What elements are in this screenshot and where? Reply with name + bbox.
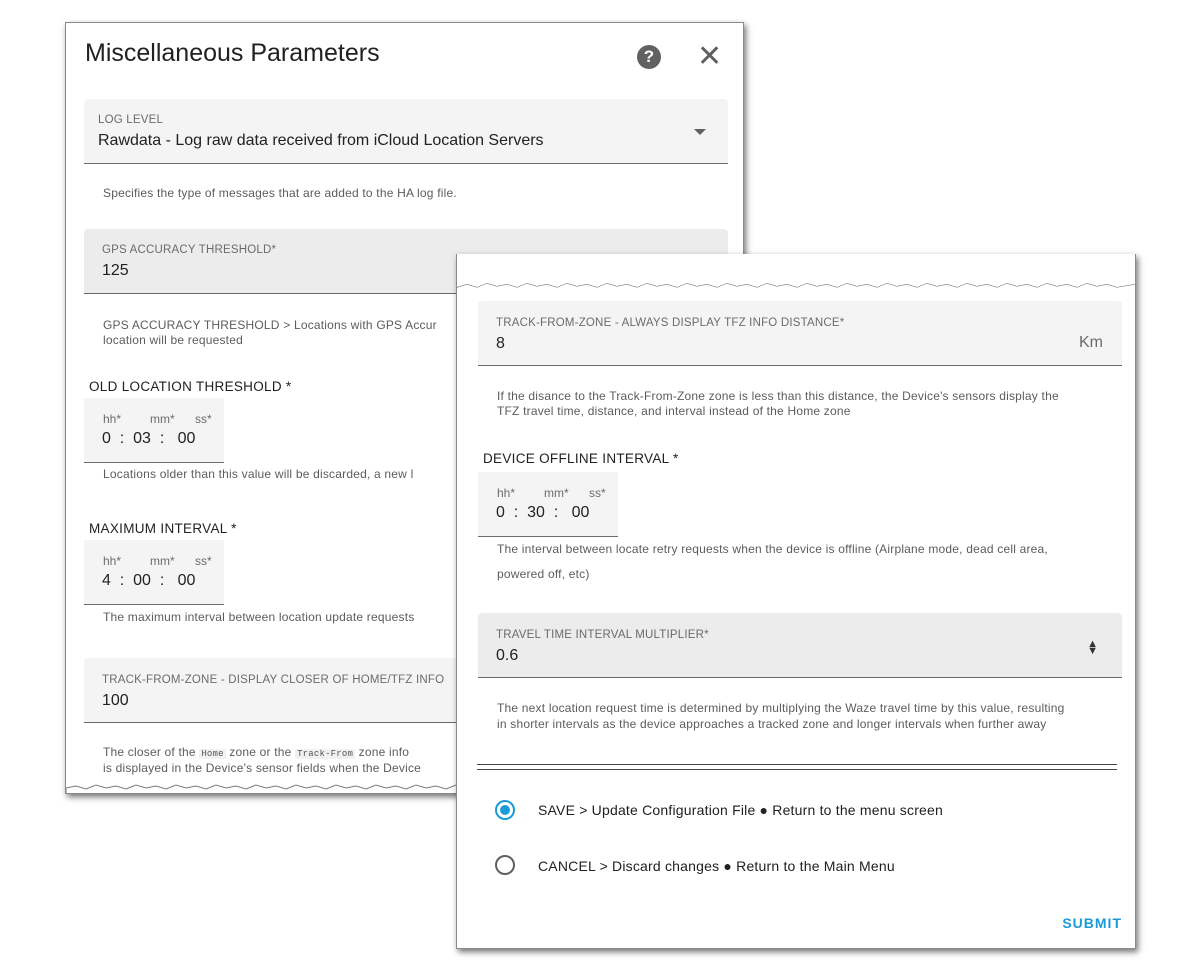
save-option-label[interactable]: SAVE > Update Configuration File ● Retur…	[538, 802, 943, 818]
mm-label: mm*	[150, 554, 175, 568]
offline-interval-help-2: powered off, etc)	[497, 567, 590, 581]
dialog-title: Miscellaneous Parameters	[85, 39, 380, 67]
offline-interval-time: 0 : 30 : 00	[496, 504, 590, 521]
ss-label: ss*	[195, 554, 212, 568]
old-location-help: Locations older than this value will be …	[103, 467, 414, 481]
old-location-time: 0 : 03 : 00	[102, 430, 196, 447]
gps-accuracy-label: GPS ACCURACY THRESHOLD*	[102, 244, 277, 256]
code-track-from: Track-From	[295, 749, 356, 759]
tfz-distance-input[interactable]: TRACK-FROM-ZONE - ALWAYS DISPLAY TFZ INF…	[478, 301, 1122, 366]
hh-label: hh*	[497, 486, 516, 500]
mm-label: mm*	[544, 486, 569, 500]
travel-multiplier-help-2: in shorter intervals as the device appro…	[497, 717, 1047, 731]
torn-edge	[457, 254, 1135, 288]
section-divider	[477, 764, 1117, 770]
save-radio[interactable]	[495, 800, 515, 820]
log-level-value: Rawdata - Log raw data received from iCl…	[98, 132, 544, 149]
tfz-distance-label: TRACK-FROM-ZONE - ALWAYS DISPLAY TFZ INF…	[496, 317, 845, 329]
cancel-radio[interactable]	[495, 855, 515, 875]
travel-multiplier-label: TRAVEL TIME INTERVAL MULTIPLIER*	[496, 629, 709, 641]
help-text: The closer of the	[103, 745, 196, 759]
help-icon[interactable]: ?	[637, 45, 661, 69]
offline-interval-title: DEVICE OFFLINE INTERVAL *	[483, 451, 679, 466]
close-icon[interactable]: ✕	[697, 40, 722, 74]
submit-button[interactable]: SUBMIT	[1062, 915, 1122, 931]
old-location-duration-input[interactable]: hh* mm* ss* 0 : 03 : 00	[84, 398, 224, 463]
tfz-closer-label: TRACK-FROM-ZONE - DISPLAY CLOSER OF HOME…	[102, 674, 445, 686]
gps-accuracy-value: 125	[102, 262, 129, 279]
travel-multiplier-help-1: The next location request time is determ…	[497, 701, 1065, 715]
offline-interval-duration-input[interactable]: hh* mm* ss* 0 : 30 : 00	[478, 472, 618, 537]
ss-label: ss*	[195, 412, 212, 426]
max-interval-title: MAXIMUM INTERVAL *	[89, 521, 237, 536]
tfz-distance-unit: Km	[1079, 334, 1103, 351]
hh-label: hh*	[103, 412, 122, 426]
offline-interval-help-1: The interval between locate retry reques…	[497, 542, 1048, 556]
tfz-distance-help-2: TFZ travel time, distance, and interval …	[497, 404, 851, 418]
max-interval-duration-input[interactable]: hh* mm* ss* 4 : 00 : 00	[84, 540, 224, 605]
stepper-icon[interactable]: ▲ ▼	[1087, 639, 1098, 657]
max-interval-time: 4 : 00 : 00	[102, 572, 196, 589]
tfz-distance-value: 8	[496, 335, 505, 352]
tfz-closer-value: 100	[102, 692, 129, 709]
help-text: zone info	[358, 745, 410, 759]
max-interval-help: The maximum interval between location up…	[103, 610, 415, 624]
help-text: zone or the	[229, 745, 292, 759]
cancel-option-label[interactable]: CANCEL > Discard changes ● Return to the…	[538, 858, 895, 874]
log-level-label: LOG LEVEL	[98, 114, 164, 126]
configuration-continued-dialog: TRACK-FROM-ZONE - ALWAYS DISPLAY TFZ INF…	[456, 254, 1136, 949]
code-home: Home	[199, 749, 226, 759]
ss-label: ss*	[589, 486, 606, 500]
tfz-closer-help-2: is displayed in the Device's sensor fiel…	[103, 761, 422, 775]
travel-multiplier-value: 0.6	[496, 647, 519, 664]
travel-multiplier-input[interactable]: TRAVEL TIME INTERVAL MULTIPLIER* 0.6 ▲ ▼	[478, 613, 1122, 678]
tfz-distance-help-1: If the disance to the Track-From-Zone zo…	[497, 389, 1059, 403]
dropdown-arrow-icon	[694, 129, 706, 135]
log-level-help: Specifies the type of messages that are …	[103, 186, 457, 200]
gps-accuracy-help-2: location will be requested	[103, 333, 243, 347]
old-location-title: OLD LOCATION THRESHOLD *	[89, 379, 292, 394]
hh-label: hh*	[103, 554, 122, 568]
log-level-select[interactable]: LOG LEVEL Rawdata - Log raw data receive…	[84, 99, 728, 164]
mm-label: mm*	[150, 412, 175, 426]
gps-accuracy-help-1: GPS ACCURACY THRESHOLD > Locations with …	[103, 318, 437, 332]
